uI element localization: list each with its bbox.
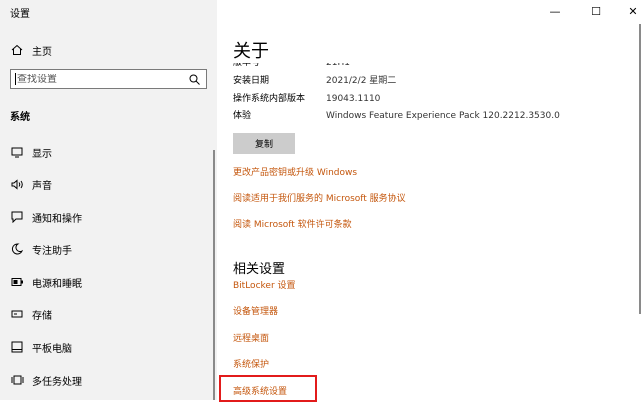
sidebar-item-label: 存储 bbox=[32, 310, 52, 322]
tablet-icon bbox=[10, 341, 24, 353]
storage-icon bbox=[10, 309, 24, 319]
sidebar: 设置 主页 系统 显示 声音 通知和操作 专注助手 bbox=[0, 0, 217, 400]
sidebar-item-label: 声音 bbox=[32, 180, 52, 192]
sidebar-home-label: 主页 bbox=[32, 46, 52, 58]
text-caret bbox=[15, 73, 16, 85]
spec-label-install-date: 安装日期 bbox=[233, 76, 270, 86]
spec-value-os-build: 19043.1110 bbox=[326, 94, 381, 104]
spec-value-experience: Windows Feature Experience Pack 120.2212… bbox=[326, 111, 560, 121]
system-protection-link[interactable]: 系统保护 bbox=[233, 358, 269, 372]
sidebar-section-label: 系统 bbox=[10, 112, 30, 123]
sidebar-home[interactable]: 主页 bbox=[10, 42, 52, 58]
main-panel: — ☐ ✕ 关于 版本号 21H1 安装日期 2021/2/2 星期二 操作系统… bbox=[217, 0, 644, 402]
window-title: 设置 bbox=[10, 9, 30, 20]
search-box[interactable] bbox=[10, 69, 207, 89]
sidebar-item-label: 平板电脑 bbox=[32, 343, 72, 355]
minimize-button[interactable]: — bbox=[545, 2, 565, 20]
copy-button[interactable]: 复制 bbox=[233, 133, 295, 154]
search-icon[interactable] bbox=[189, 70, 200, 89]
sidebar-scrollbar[interactable] bbox=[213, 150, 215, 400]
sidebar-item-storage[interactable]: 存储 bbox=[10, 306, 52, 322]
spec-value-version: 21H1 bbox=[326, 58, 350, 68]
sidebar-item-tablet[interactable]: 平板电脑 bbox=[10, 339, 72, 355]
license-terms-link[interactable]: 阅读 Microsoft 软件许可条款 bbox=[233, 218, 352, 232]
search-input[interactable] bbox=[17, 73, 189, 85]
power-icon bbox=[10, 277, 24, 287]
sidebar-item-label: 通知和操作 bbox=[32, 213, 82, 225]
main-scrollbar[interactable] bbox=[639, 24, 641, 314]
sidebar-item-label: 多任务处理 bbox=[32, 376, 82, 388]
home-icon bbox=[10, 44, 24, 56]
sidebar-item-multitasking[interactable]: 多任务处理 bbox=[10, 372, 82, 388]
highlight-box bbox=[219, 375, 317, 402]
sidebar-item-display[interactable]: 显示 bbox=[10, 144, 52, 160]
page-title: 关于 bbox=[233, 41, 269, 62]
maximize-button[interactable]: ☐ bbox=[586, 2, 606, 20]
spec-label-experience: 体验 bbox=[233, 111, 252, 121]
remote-desktop-link[interactable]: 远程桌面 bbox=[233, 332, 269, 346]
sidebar-item-label: 显示 bbox=[32, 148, 52, 160]
sidebar-item-notifications[interactable]: 通知和操作 bbox=[10, 209, 82, 225]
change-product-key-link[interactable]: 更改产品密钥或升级 Windows bbox=[233, 166, 357, 180]
bitlocker-settings-link[interactable]: BitLocker 设置 bbox=[233, 279, 296, 293]
moon-icon bbox=[10, 243, 24, 255]
display-icon bbox=[10, 147, 24, 158]
sidebar-item-label: 电源和睡眠 bbox=[32, 278, 82, 290]
sidebar-item-focus-assist[interactable]: 专注助手 bbox=[10, 241, 72, 257]
notification-icon bbox=[10, 211, 24, 223]
spec-value-install-date: 2021/2/2 星期二 bbox=[326, 76, 397, 86]
sidebar-item-sound[interactable]: 声音 bbox=[10, 176, 52, 192]
multitask-icon bbox=[10, 374, 24, 386]
sidebar-item-power-sleep[interactable]: 电源和睡眠 bbox=[10, 274, 82, 290]
related-settings-title: 相关设置 bbox=[233, 262, 286, 277]
close-button[interactable]: ✕ bbox=[623, 2, 643, 20]
speaker-icon bbox=[10, 178, 24, 190]
spec-label-os-build: 操作系统内部版本 bbox=[233, 94, 306, 104]
sidebar-item-label: 专注助手 bbox=[32, 245, 72, 257]
service-agreement-link[interactable]: 阅读适用于我们服务的 Microsoft 服务协议 bbox=[233, 192, 406, 206]
device-manager-link[interactable]: 设备管理器 bbox=[233, 305, 278, 319]
